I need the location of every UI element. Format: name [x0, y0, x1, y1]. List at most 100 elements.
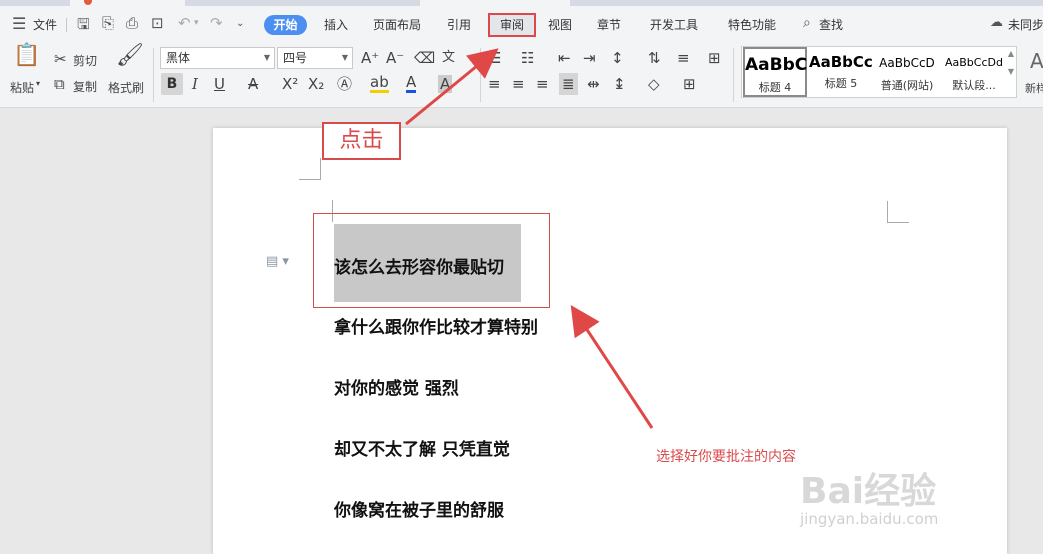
paste-button[interactable]: 粘贴: [10, 79, 34, 96]
italic-button[interactable]: I: [192, 75, 198, 93]
tab-developer[interactable]: 开发工具: [650, 16, 698, 33]
style-name: 默认段...: [952, 79, 996, 92]
style-heading-5[interactable]: AaBbCcl 标题 5: [809, 47, 873, 97]
align-center-icon[interactable]: ≡: [512, 75, 525, 93]
style-normal-web[interactable]: AaBbCcD 普通(网站): [873, 47, 941, 97]
style-name: 普通(网站): [880, 79, 934, 92]
customize-toolbar-icon[interactable]: ⌄: [236, 18, 244, 29]
tab-references[interactable]: 引用: [447, 16, 471, 33]
lyric-line-4[interactable]: 却又不太了解 只凭直觉: [334, 435, 510, 460]
save-icon[interactable]: 🖫: [77, 14, 90, 39]
strikethrough-button[interactable]: A: [248, 75, 258, 93]
search-icon[interactable]: ⌕: [803, 15, 811, 31]
tab-special-features[interactable]: 特色功能: [728, 16, 776, 33]
underline-button[interactable]: U: [214, 75, 225, 93]
distribute-icon[interactable]: ⇹: [587, 75, 600, 93]
bullet-list-icon[interactable]: ☰: [488, 49, 501, 67]
decrease-indent-icon[interactable]: ⇤: [558, 49, 571, 67]
divider: [480, 48, 481, 102]
tab-start[interactable]: 开始: [264, 15, 307, 35]
style-heading-4[interactable]: AaBbC 标题 4: [743, 47, 807, 97]
styles-gallery: AaBbC 标题 4 AaBbCcl 标题 5 AaBbCcD 普通(网站) A…: [741, 46, 1017, 98]
justify-icon[interactable]: ≣: [559, 73, 578, 95]
sync-status[interactable]: 未同步: [1008, 16, 1043, 33]
new-style-icon[interactable]: A: [1030, 51, 1043, 71]
scroll-down-icon[interactable]: ▼: [1008, 67, 1014, 76]
cloud-sync-icon: ☁: [990, 15, 1003, 30]
style-default-paragraph[interactable]: AaBbCcDd 默认段...: [942, 47, 1006, 97]
tab-review[interactable]: 审阅: [488, 13, 536, 37]
highlight-color-icon[interactable]: ab: [370, 75, 389, 93]
chevron-down-icon: ▼: [341, 53, 348, 62]
redo-icon[interactable]: ↷: [210, 14, 223, 32]
phonetic-guide-icon[interactable]: 文: [442, 49, 455, 67]
superscript-button[interactable]: X²: [282, 75, 298, 93]
lyric-line-2[interactable]: 拿什么跟你作比较才算特别: [334, 313, 538, 338]
text-direction-icon[interactable]: ↕: [611, 49, 624, 67]
font-color-icon[interactable]: A: [406, 75, 417, 93]
font-size-value: 四号: [283, 51, 308, 65]
export-pdf-icon[interactable]: ⎘: [102, 14, 114, 32]
tab-section[interactable]: 章节: [597, 16, 621, 33]
clear-format-icon[interactable]: ⌫: [414, 49, 435, 67]
print-icon[interactable]: ⎙: [126, 14, 138, 32]
style-sample: AaBbCcDd: [945, 56, 1003, 69]
paragraph-settings-icon[interactable]: ≡: [677, 49, 690, 67]
margin-corner-mark: [887, 201, 909, 223]
scissors-icon: ✂: [54, 50, 67, 68]
divider: [733, 48, 734, 102]
divider: [153, 48, 154, 102]
scroll-up-icon[interactable]: ▲: [1008, 49, 1014, 58]
shading-icon[interactable]: ◇: [648, 75, 660, 93]
subscript-button[interactable]: X₂: [308, 75, 324, 93]
character-shading-icon[interactable]: A: [438, 75, 453, 93]
tab-view[interactable]: 视图: [548, 16, 572, 33]
tab-insert[interactable]: 插入: [324, 16, 348, 33]
annotation-selection-box: [313, 213, 550, 308]
copy-button[interactable]: 复制: [73, 78, 97, 95]
lyric-line-3[interactable]: 对你的感觉 强烈: [334, 374, 459, 399]
copy-icon: ⧉: [54, 75, 65, 93]
undo-dropdown-icon[interactable]: ▾: [194, 18, 199, 28]
search-command[interactable]: 查找: [819, 16, 843, 33]
paragraph-mark-icon[interactable]: ▤ ▾: [266, 254, 289, 269]
bold-button[interactable]: B: [161, 73, 183, 95]
chevron-down-icon: ▼: [263, 53, 270, 62]
align-right-icon[interactable]: ≡: [536, 75, 549, 93]
new-style-button[interactable]: 新样: [1025, 80, 1043, 96]
text-effect-icon[interactable]: Ⓐ: [337, 75, 352, 93]
style-sample: AaBbCcl: [809, 53, 873, 71]
borders-icon[interactable]: ⊞: [683, 75, 696, 93]
line-spacing-icon[interactable]: ↨: [613, 75, 626, 93]
font-size-select[interactable]: 四号 ▼: [277, 47, 353, 69]
style-sample: AaBbCcD: [879, 56, 935, 70]
annotation-select-note: 选择好你要批注的内容: [656, 449, 796, 465]
tab-page-layout[interactable]: 页面布局: [373, 16, 421, 33]
increase-indent-icon[interactable]: ⇥: [583, 49, 596, 67]
format-painter-icon: 🖌: [116, 43, 144, 68]
menu-bar: ☰ 文件 🖫 ⎘ ⎙ ⊡ ↶ ▾ ↷ ⌄ 开始 插入 页面布局 引用 审阅 视图…: [0, 6, 1043, 42]
format-painter-button[interactable]: 格式刷: [108, 79, 144, 96]
decrease-font-icon[interactable]: A⁻: [386, 49, 404, 67]
sort-icon[interactable]: ⇅: [648, 49, 661, 67]
margin-corner-mark: [299, 158, 321, 180]
print-preview-icon[interactable]: ⊡: [151, 14, 164, 32]
style-sample: AaBbC: [745, 55, 808, 75]
watermark-brand: Bai经验: [800, 471, 937, 512]
increase-font-icon[interactable]: A⁺: [361, 49, 379, 67]
lyric-line-5[interactable]: 你像窝在被子里的舒服: [334, 496, 504, 521]
watermark-url: jingyan.baidu.com: [800, 510, 939, 528]
annotation-click-label: 点击: [322, 122, 401, 160]
file-menu[interactable]: 文件: [33, 16, 57, 33]
table-icon[interactable]: ⊞: [708, 49, 721, 67]
paste-icon[interactable]: 📋: [13, 45, 40, 67]
numbered-list-icon[interactable]: ☷: [521, 49, 534, 67]
font-name-select[interactable]: 黑体 ▼: [160, 47, 275, 69]
undo-icon[interactable]: ↶: [178, 14, 191, 32]
hamburger-menu-icon[interactable]: ☰: [12, 14, 26, 33]
cut-button[interactable]: 剪切: [73, 52, 97, 69]
align-left-icon[interactable]: ≡: [488, 75, 501, 93]
style-name: 标题 4: [758, 81, 792, 94]
paste-dropdown-icon[interactable]: ▾: [36, 79, 40, 88]
divider: [66, 18, 67, 32]
